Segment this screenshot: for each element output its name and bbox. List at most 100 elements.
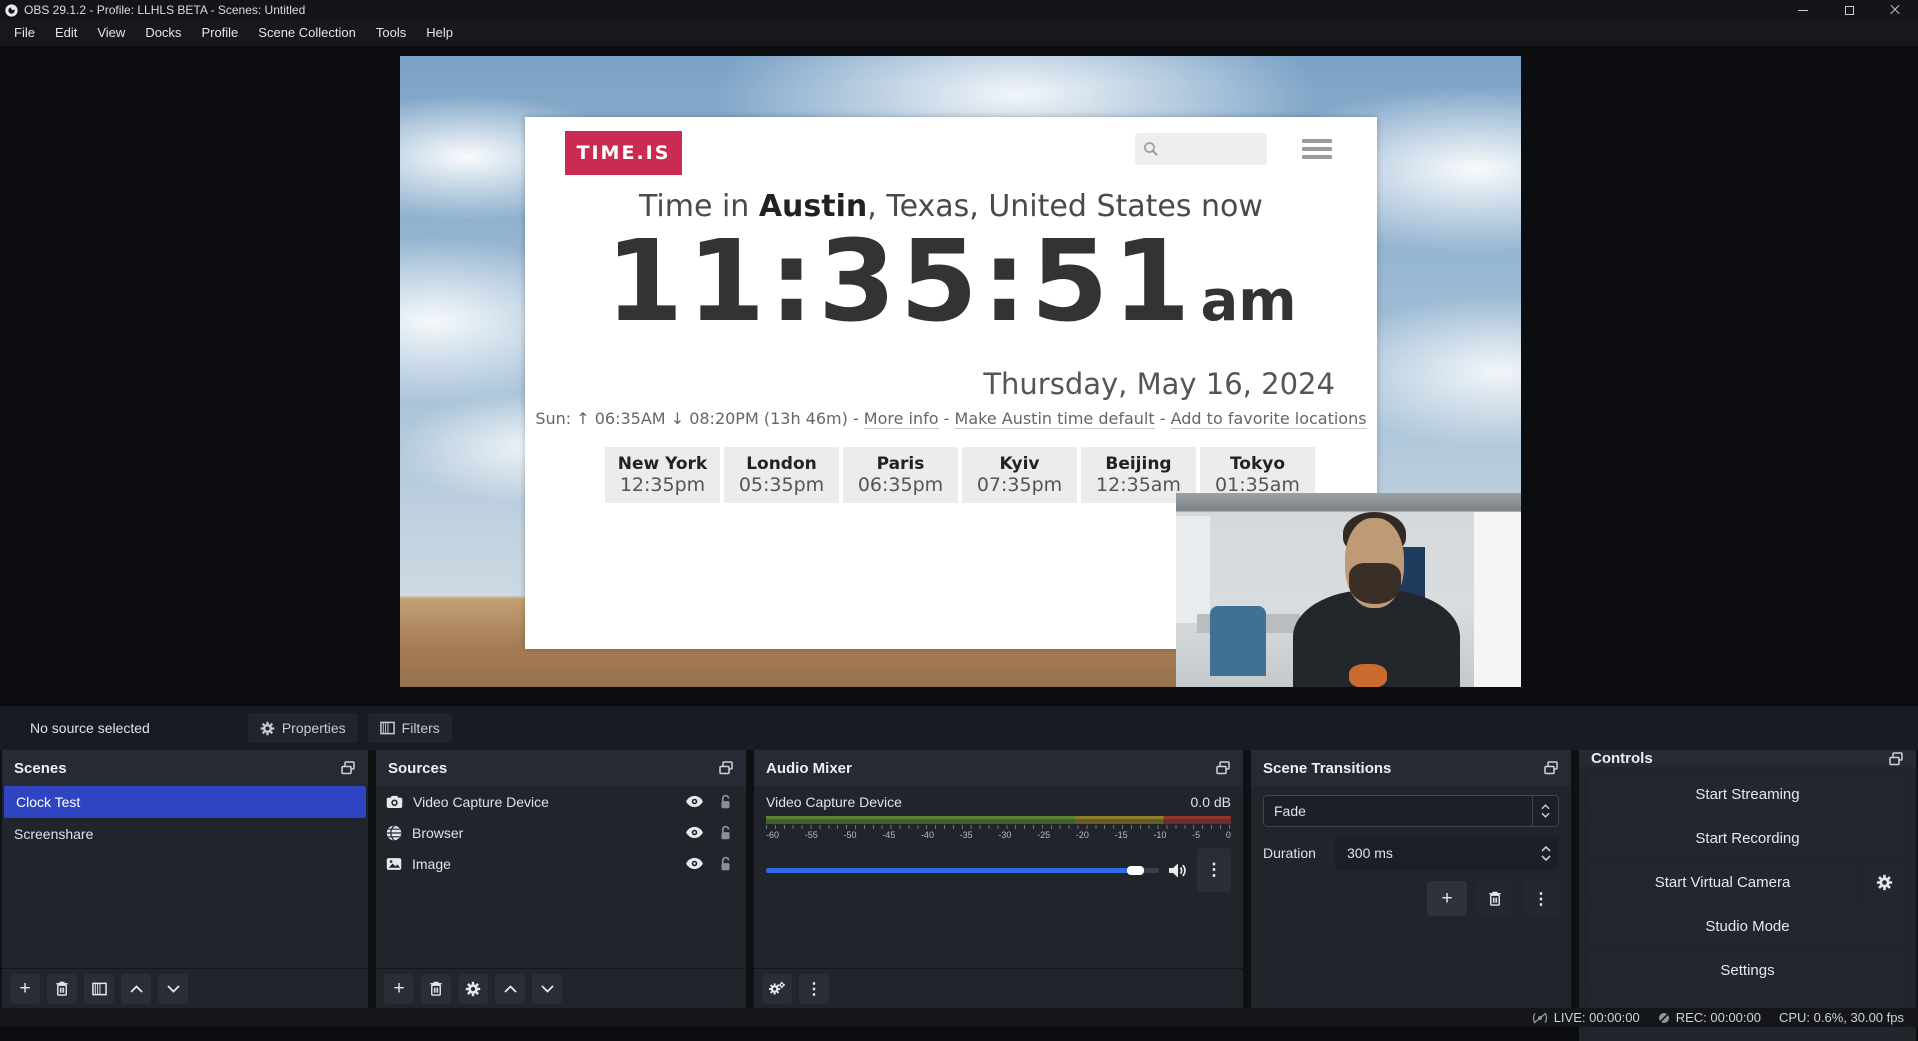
transition-menu-button[interactable]: ⋮: [1523, 881, 1559, 916]
transition-selected-value: Fade: [1264, 803, 1532, 819]
eye-icon[interactable]: [685, 795, 704, 808]
add-source-button[interactable]: +: [384, 974, 414, 1004]
chevron-down-icon: [1541, 812, 1550, 818]
transition-select-arrows[interactable]: [1532, 796, 1558, 826]
add-transition-button[interactable]: +: [1427, 881, 1467, 916]
start-recording-button[interactable]: Start Recording: [1589, 819, 1906, 857]
chevron-up-icon: [1541, 804, 1550, 810]
remove-source-button[interactable]: [421, 974, 451, 1004]
sources-panel: Sources Video Capture Device Browser: [376, 750, 746, 1008]
filters-icon: [380, 721, 395, 735]
menu-edit[interactable]: Edit: [45, 20, 87, 46]
timeis-date: Thursday, May 16, 2024: [983, 367, 1335, 401]
scene-filters-button[interactable]: [84, 974, 114, 1004]
cpu-fps-stats: CPU: 0.6%, 30.00 fps: [1779, 1010, 1904, 1025]
preview-canvas[interactable]: TIME.IS Time in Austin, Texas, United St…: [400, 56, 1521, 687]
add-scene-button[interactable]: +: [10, 974, 40, 1004]
properties-button[interactable]: Properties: [248, 713, 358, 743]
duration-value: 300 ms: [1335, 845, 1541, 861]
scene-move-down-button[interactable]: [158, 974, 188, 1004]
popout-icon[interactable]: [340, 760, 356, 776]
record-inactive-icon: [1658, 1012, 1670, 1024]
unlock-icon[interactable]: [719, 856, 732, 872]
source-move-up-button[interactable]: [495, 974, 525, 1004]
controls-panel: Controls Start Streaming Start Recording…: [1579, 750, 1916, 1008]
remove-transition-button[interactable]: [1477, 881, 1513, 916]
filters-button[interactable]: Filters: [368, 713, 452, 743]
audio-mixer-title: Audio Mixer: [766, 760, 852, 777]
timeis-sun-line: Sun: ↑ 06:35AM ↓ 08:20PM (13h 46m) - Mor…: [525, 409, 1377, 428]
trash-icon: [429, 981, 443, 996]
duration-spinbox[interactable]: 300 ms: [1335, 836, 1559, 870]
source-row-image[interactable]: Image: [376, 848, 746, 879]
maximize-button[interactable]: [1826, 0, 1872, 20]
source-properties-button[interactable]: [458, 974, 488, 1004]
scene-move-up-button[interactable]: [121, 974, 151, 1004]
menu-tools[interactable]: Tools: [366, 20, 416, 46]
remove-scene-button[interactable]: [47, 974, 77, 1004]
advanced-audio-button[interactable]: [762, 974, 792, 1004]
volume-slider-handle[interactable]: [1127, 866, 1144, 875]
menu-profile[interactable]: Profile: [191, 20, 248, 46]
obs-logo-icon: [5, 4, 18, 17]
chevron-up-icon: [130, 985, 143, 993]
mixer-channel-name: Video Capture Device: [766, 794, 902, 810]
add-favorite-link: Add to favorite locations: [1171, 409, 1367, 429]
start-virtual-camera-button[interactable]: Start Virtual Camera: [1589, 863, 1856, 901]
source-move-down-button[interactable]: [532, 974, 562, 1004]
unlock-icon[interactable]: [719, 825, 732, 841]
scene-transitions-panel: Scene Transitions Fade Duration: [1251, 750, 1571, 1008]
menu-file[interactable]: File: [4, 20, 45, 46]
city-new-york: New York12:35pm: [605, 447, 720, 503]
gear-icon: [1876, 874, 1893, 891]
city-paris: Paris06:35pm: [843, 447, 958, 503]
menu-view[interactable]: View: [87, 20, 135, 46]
scene-item-clock-test[interactable]: Clock Test: [4, 786, 366, 818]
menu-help[interactable]: Help: [416, 20, 463, 46]
start-streaming-button[interactable]: Start Streaming: [1589, 775, 1906, 813]
double-gear-icon: [768, 981, 786, 997]
popout-icon[interactable]: [1543, 760, 1559, 776]
unlock-icon[interactable]: [719, 794, 732, 810]
clock-ampm: am: [1200, 269, 1296, 334]
status-bar: LIVE: 00:00:00 REC: 00:00:00 CPU: 0.6%, …: [0, 1008, 1918, 1027]
popout-icon[interactable]: [1888, 751, 1904, 767]
popout-icon[interactable]: [1215, 760, 1231, 776]
menu-docks[interactable]: Docks: [135, 20, 191, 46]
studio-mode-button[interactable]: Studio Mode: [1589, 907, 1906, 945]
eye-icon[interactable]: [685, 826, 704, 839]
mixer-channel-menu-button[interactable]: ⋮: [1197, 848, 1231, 892]
image-icon: [386, 857, 402, 871]
speaker-icon[interactable]: [1168, 862, 1188, 879]
spin-down-icon[interactable]: [1541, 855, 1551, 861]
popout-icon[interactable]: [718, 760, 734, 776]
volume-slider[interactable]: [766, 868, 1159, 873]
transition-select[interactable]: Fade: [1263, 795, 1559, 827]
source-row-browser[interactable]: Browser: [376, 817, 746, 848]
timeis-clock: 11:35:51am: [525, 217, 1377, 347]
chevron-up-icon: [504, 985, 517, 993]
meter-tick-marks: [766, 825, 1231, 829]
mixer-level-db: 0.0 dB: [1191, 794, 1231, 810]
sources-title: Sources: [388, 760, 447, 777]
make-default-link: Make Austin time default: [955, 409, 1155, 429]
chevron-down-icon: [167, 985, 180, 993]
minimize-button[interactable]: [1780, 0, 1826, 20]
virtual-camera-settings-button[interactable]: [1862, 863, 1906, 901]
scenes-title: Scenes: [14, 760, 67, 777]
scene-item-screenshare[interactable]: Screenshare: [2, 818, 368, 850]
close-icon: [1890, 5, 1900, 15]
scenes-panel: Scenes Clock Test Screenshare +: [2, 750, 368, 1008]
city-kyiv: Kyiv07:35pm: [962, 447, 1077, 503]
menu-scene-collection[interactable]: Scene Collection: [248, 20, 366, 46]
close-button[interactable]: [1872, 0, 1918, 20]
source-row-video-capture[interactable]: Video Capture Device: [376, 786, 746, 817]
settings-button[interactable]: Settings: [1589, 951, 1906, 989]
spin-up-icon[interactable]: [1541, 846, 1551, 852]
trash-icon: [55, 981, 69, 996]
window-title: OBS 29.1.2 - Profile: LLHLS BETA - Scene…: [24, 3, 305, 17]
live-time: LIVE: 00:00:00: [1554, 1010, 1640, 1025]
mixer-menu-button[interactable]: ⋮: [799, 974, 829, 1004]
eye-icon[interactable]: [685, 857, 704, 870]
selected-source-bar: No source selected Properties Filters: [0, 706, 1918, 750]
